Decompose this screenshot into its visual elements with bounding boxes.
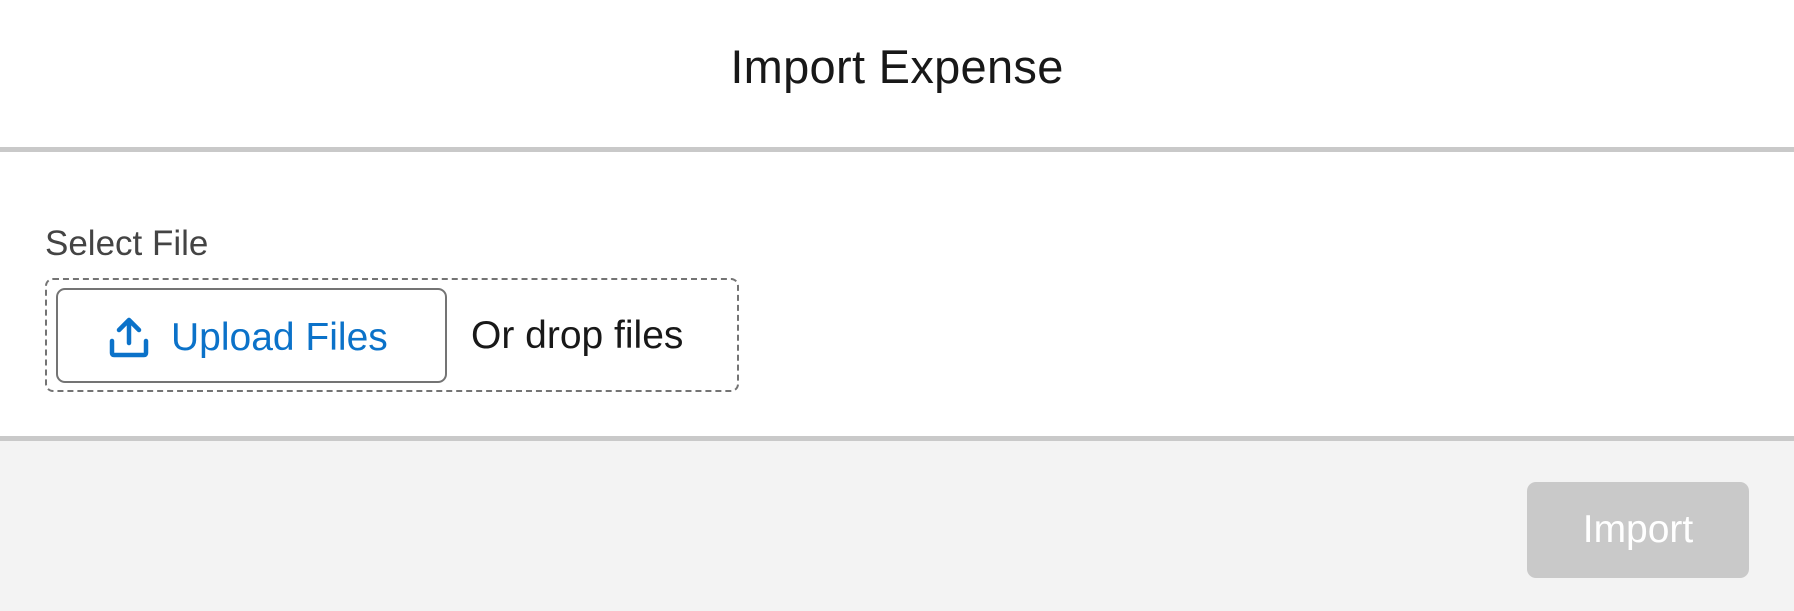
upload-files-button[interactable]: Upload Files [56, 288, 447, 383]
modal-body: Select File Upload Files Or drop files [0, 152, 1794, 441]
select-file-label: Select File [45, 224, 209, 263]
drop-files-text: Or drop files [471, 314, 684, 357]
upload-icon [109, 317, 149, 358]
upload-files-label: Upload Files [171, 316, 388, 359]
import-expense-modal: Import Expense Select File Upload Files … [0, 0, 1794, 611]
modal-title: Import Expense [730, 40, 1064, 93]
modal-footer: Import [0, 441, 1794, 611]
modal-header: Import Expense [0, 0, 1794, 152]
file-dropzone[interactable]: Upload Files Or drop files [45, 278, 739, 392]
import-button[interactable]: Import [1527, 482, 1749, 578]
